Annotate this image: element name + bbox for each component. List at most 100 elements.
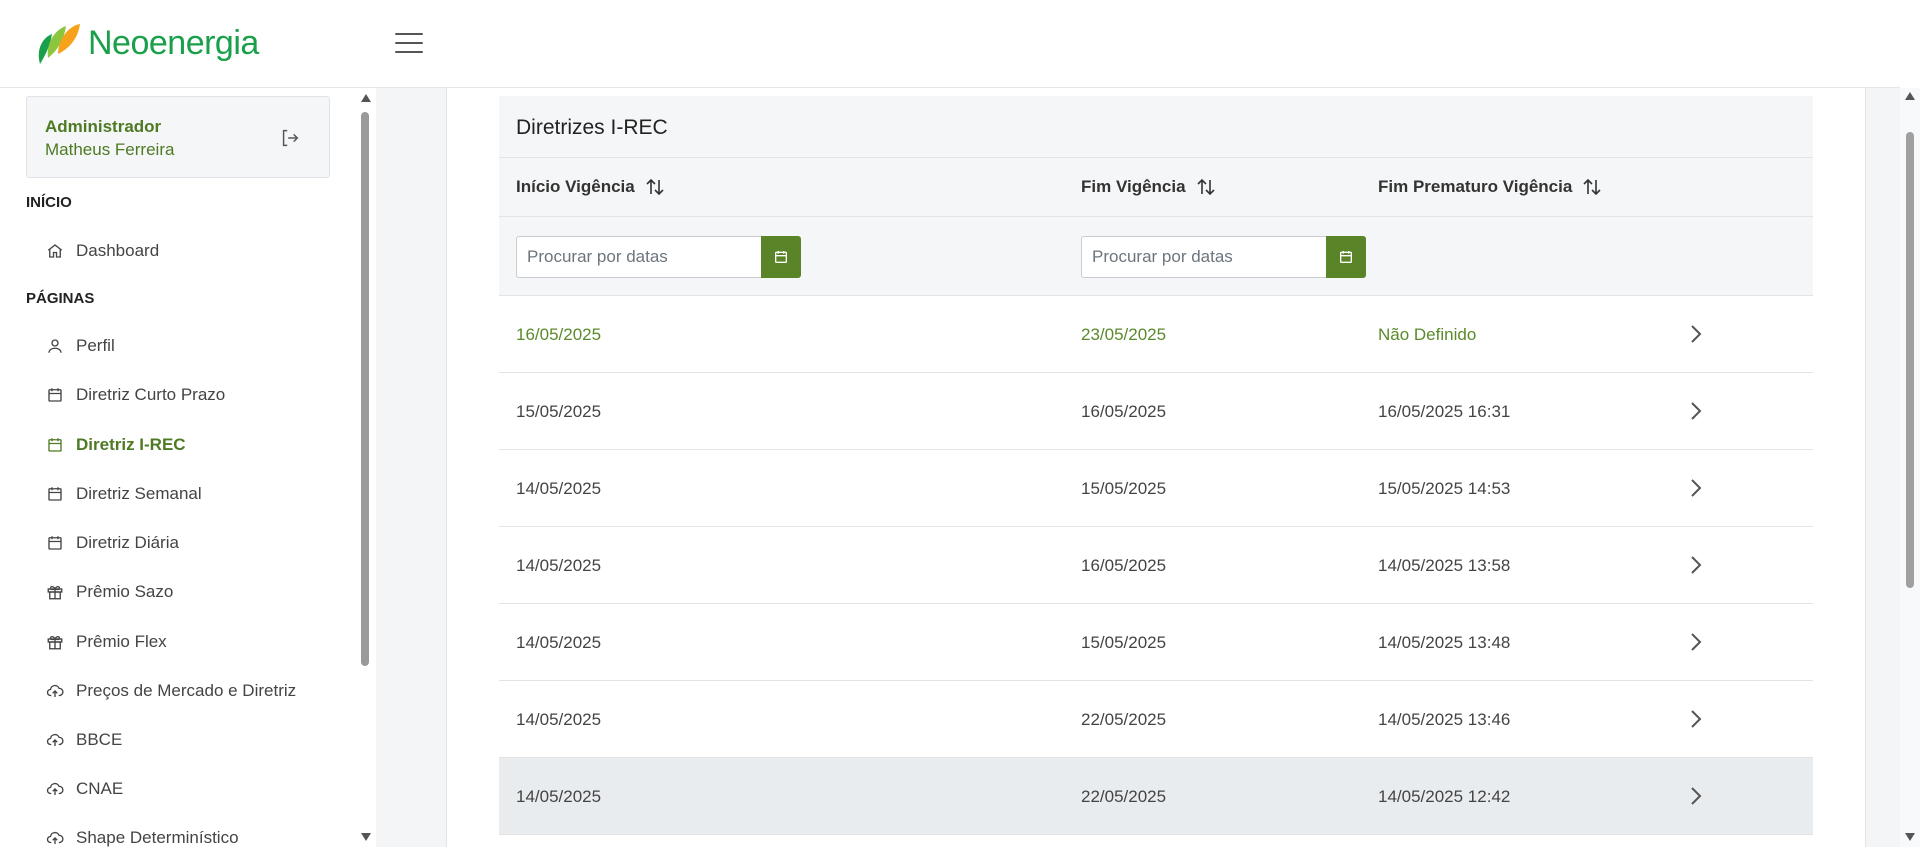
fim-date-filter xyxy=(1081,236,1366,278)
column-header-label: Início Vigência xyxy=(516,177,635,196)
scrollbar-thumb[interactable] xyxy=(1906,132,1914,588)
table-row[interactable]: 15/05/2025 16/05/2025 16/05/2025 16:31 xyxy=(499,373,1813,450)
sidebar-item-bbce[interactable]: BBCE xyxy=(46,725,122,755)
sidebar-item-premio-flex[interactable]: Prêmio Flex xyxy=(46,627,167,657)
calendar-icon xyxy=(1340,251,1352,263)
sort-icon xyxy=(646,178,664,196)
inicio-calendar-button[interactable] xyxy=(761,236,801,278)
cell-fim-prematuro: 14/05/2025 13:46 xyxy=(1378,710,1511,729)
sidebar-item-label: Shape Determinístico xyxy=(76,828,239,847)
fim-date-search-input[interactable] xyxy=(1081,236,1326,278)
sidebar-item-label: CNAE xyxy=(76,779,124,798)
cloud-upload-icon xyxy=(46,684,64,697)
table-row[interactable]: 14/05/2025 16/05/2025 14/05/2025 13:58 xyxy=(499,527,1813,604)
sidebar-item-label: Diretriz Diária xyxy=(76,533,179,552)
section-title-paginas: PÁGINAS xyxy=(26,290,95,307)
column-header-fim-vigencia[interactable]: Fim Vigência xyxy=(1081,177,1216,197)
sidebar-item-label: Prêmio Sazo xyxy=(76,582,174,601)
brand-logo[interactable]: Neoenergia xyxy=(34,20,259,66)
sidebar-item-diretriz-diaria[interactable]: Diretriz Diária xyxy=(46,528,179,558)
cell-fim-vigencia: 16/05/2025 xyxy=(1081,402,1167,421)
calendar-icon xyxy=(775,251,787,263)
menu-toggle-icon[interactable] xyxy=(395,33,423,55)
sidebar-item-diretriz-semanal[interactable]: Diretriz Semanal xyxy=(46,479,202,509)
sidebar-item-precos-mercado[interactable]: Preços de Mercado e Diretriz xyxy=(46,676,296,706)
user-role: Administrador xyxy=(45,117,162,136)
scroll-down-arrow-icon[interactable] xyxy=(361,833,371,841)
sidebar-item-label: Diretriz Curto Prazo xyxy=(76,385,226,404)
table-row[interactable]: 14/05/2025 22/05/2025 14/05/2025 13:46 xyxy=(499,681,1813,758)
gift-icon xyxy=(47,585,63,600)
cell-fim-prematuro: 16/05/2025 16:31 xyxy=(1378,402,1511,421)
cell-fim-prematuro: 14/05/2025 12:42 xyxy=(1378,787,1511,806)
chevron-right-icon[interactable] xyxy=(1689,401,1703,421)
user-card: Administrador Matheus Ferreira xyxy=(26,96,330,178)
sidebar-item-label: Preços de Mercado e Diretriz xyxy=(76,681,297,700)
page-title: Diretrizes I-REC xyxy=(516,116,668,139)
chevron-right-icon[interactable] xyxy=(1689,478,1703,498)
cell-inicio-vigencia: 14/05/2025 xyxy=(516,787,602,806)
table-card: Diretrizes I-REC Início Vigência Fim Vig… xyxy=(446,88,1866,847)
table-row[interactable]: 16/05/2025 23/05/2025 Não Definido xyxy=(499,296,1813,373)
sort-icon xyxy=(1583,178,1601,196)
card-header: Diretrizes I-REC xyxy=(499,96,1813,158)
scroll-up-arrow-icon[interactable] xyxy=(1905,92,1915,100)
logout-icon[interactable] xyxy=(279,127,301,149)
gift-icon xyxy=(47,635,63,650)
chevron-right-icon[interactable] xyxy=(1689,786,1703,806)
column-header-fim-prematuro-vigencia[interactable]: Fim Prematuro Vigência xyxy=(1378,177,1602,197)
sidebar-item-label: Perfil xyxy=(76,336,115,355)
sidebar-item-label: BBCE xyxy=(76,730,123,749)
sort-icon xyxy=(1196,178,1215,196)
main-content: Diretrizes I-REC Início Vigência Fim Vig… xyxy=(376,88,1900,847)
scroll-down-arrow-icon[interactable] xyxy=(1905,833,1915,841)
calendar-icon xyxy=(48,388,62,402)
cloud-upload-icon xyxy=(46,782,64,795)
cell-inicio-vigencia: 15/05/2025 xyxy=(516,402,602,421)
cell-fim-vigencia: 22/05/2025 xyxy=(1081,787,1167,806)
table-row[interactable]: 14/05/2025 22/05/2025 14/05/2025 12:42 xyxy=(499,758,1813,835)
sidebar-item-perfil[interactable]: Perfil xyxy=(46,331,115,361)
sidebar-item-label: Diretriz I-REC xyxy=(76,435,186,454)
column-header-inicio-vigencia[interactable]: Início Vigência xyxy=(516,177,665,197)
cell-inicio-vigencia: 14/05/2025 xyxy=(516,633,602,652)
cloud-upload-icon xyxy=(46,733,64,746)
scrollbar-top-area xyxy=(1900,0,1920,88)
scrollbar-thumb[interactable] xyxy=(361,112,369,666)
table-row[interactable]: 14/05/2025 15/05/2025 14/05/2025 13:48 xyxy=(499,604,1813,681)
sidebar-scrollbar[interactable] xyxy=(356,88,376,847)
sidebar-item-premio-sazo[interactable]: Prêmio Sazo xyxy=(46,577,173,607)
cell-fim-vigencia: 22/05/2025 xyxy=(1081,710,1167,729)
sidebar-item-shape-deterministico[interactable]: Shape Determinístico xyxy=(46,823,239,847)
cell-fim-vigencia: 23/05/2025 xyxy=(1081,325,1167,344)
filter-row xyxy=(499,217,1813,296)
inicio-date-search-input[interactable] xyxy=(516,236,761,278)
cell-inicio-vigencia: 14/05/2025 xyxy=(516,710,602,729)
sidebar-item-diretriz-curto-prazo[interactable]: Diretriz Curto Prazo xyxy=(46,380,225,410)
chevron-right-icon[interactable] xyxy=(1689,324,1703,344)
user-icon xyxy=(48,339,62,353)
table-row[interactable]: 14/05/2025 15/05/2025 15/05/2025 14:53 xyxy=(499,450,1813,527)
fim-calendar-button[interactable] xyxy=(1326,236,1366,278)
sidebar-item-cnae[interactable]: CNAE xyxy=(46,774,123,804)
home-icon xyxy=(47,244,63,258)
chevron-right-icon[interactable] xyxy=(1689,555,1703,575)
cell-fim-vigencia: 15/05/2025 xyxy=(1081,479,1167,498)
main-scrollbar[interactable] xyxy=(1900,88,1920,847)
table-header: Início Vigência Fim Vigência Fim Prematu… xyxy=(499,158,1813,217)
calendar-icon xyxy=(48,536,62,550)
chevron-right-icon[interactable] xyxy=(1689,632,1703,652)
calendar-icon xyxy=(48,487,62,501)
cell-fim-vigencia: 16/05/2025 xyxy=(1081,556,1167,575)
sidebar-item-diretriz-i-rec[interactable]: Diretriz I-REC xyxy=(46,430,186,460)
cell-inicio-vigencia: 14/05/2025 xyxy=(516,479,602,498)
user-name: Matheus Ferreira xyxy=(45,140,175,159)
chevron-right-icon[interactable] xyxy=(1689,709,1703,729)
cell-fim-prematuro: 15/05/2025 14:53 xyxy=(1378,479,1511,498)
cell-fim-prematuro: 14/05/2025 13:58 xyxy=(1378,556,1511,575)
cloud-upload-icon xyxy=(46,831,64,844)
scroll-up-arrow-icon[interactable] xyxy=(361,94,371,102)
cell-inicio-vigencia: 16/05/2025 xyxy=(516,325,602,344)
column-header-label: Fim Prematuro Vigência xyxy=(1378,177,1573,196)
sidebar-item-dashboard[interactable]: Dashboard xyxy=(46,236,159,266)
